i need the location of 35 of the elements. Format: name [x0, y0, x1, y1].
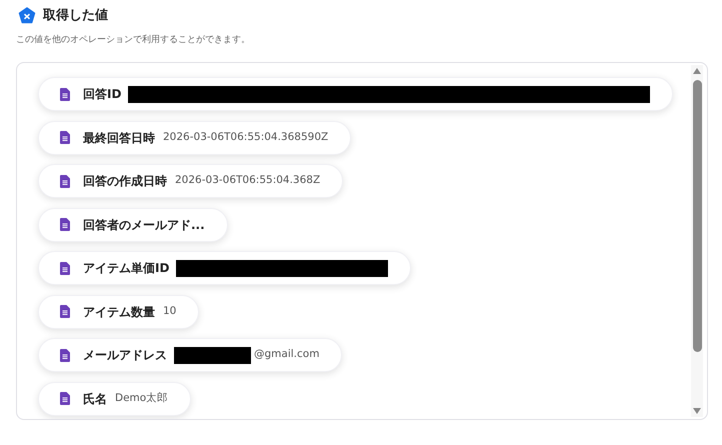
chip-value: Demo太郎 — [115, 390, 168, 406]
app-logo-icon — [18, 6, 36, 25]
chip-value: 2026-03-06T06:55:04.368Z — [175, 173, 320, 188]
chip-value: 2026-03-06T06:55:04.368590Z — [163, 130, 328, 145]
chip-label: 回答者のメールアド... — [83, 216, 205, 234]
document-icon — [60, 174, 70, 188]
scroll-up-icon — [693, 68, 701, 74]
value-chip[interactable]: 回答者のメールアド... — [38, 208, 228, 242]
value-chip[interactable]: 最終回答日時 2026-03-06T06:55:04.368590Z — [38, 120, 352, 154]
chip-label: アイテム数量 — [83, 304, 155, 320]
value-chip[interactable]: 回答の作成日時 2026-03-06T06:55:04.368Z — [38, 164, 344, 198]
chip-label: 最終回答日時 — [83, 130, 155, 146]
document-icon — [60, 348, 70, 362]
document-icon — [60, 305, 70, 318]
scroll-down-icon — [693, 408, 701, 414]
chip-label: メールアドレス — [83, 347, 167, 364]
chip-label: 氏名 — [83, 390, 107, 408]
document-icon — [60, 131, 70, 144]
value-chip[interactable]: アイテム数量 10 — [38, 294, 200, 328]
document-icon — [60, 262, 70, 274]
chip-label: 回答ID — [83, 86, 122, 103]
chip-label: 回答の作成日時 — [83, 173, 167, 190]
chip-value: @gmail.com — [254, 347, 320, 362]
section-title: 取得した値 — [43, 7, 108, 25]
document-icon — [60, 392, 70, 405]
document-icon — [60, 218, 70, 231]
chip-label: アイテム単価ID — [83, 260, 170, 277]
section-subtitle: この値を他のオペレーションで利用することができます。 — [15, 34, 251, 46]
value-chip[interactable]: メールアドレス @gmail.com — [38, 338, 342, 372]
value-chip[interactable]: 回答ID — [38, 77, 674, 111]
scroll-thumb[interactable] — [692, 80, 702, 352]
value-chip[interactable]: アイテム単価ID — [38, 251, 412, 285]
chip-value: 10 — [163, 304, 176, 319]
value-chip[interactable]: 氏名 Demo太郎 — [38, 382, 192, 416]
document-icon — [60, 88, 70, 100]
